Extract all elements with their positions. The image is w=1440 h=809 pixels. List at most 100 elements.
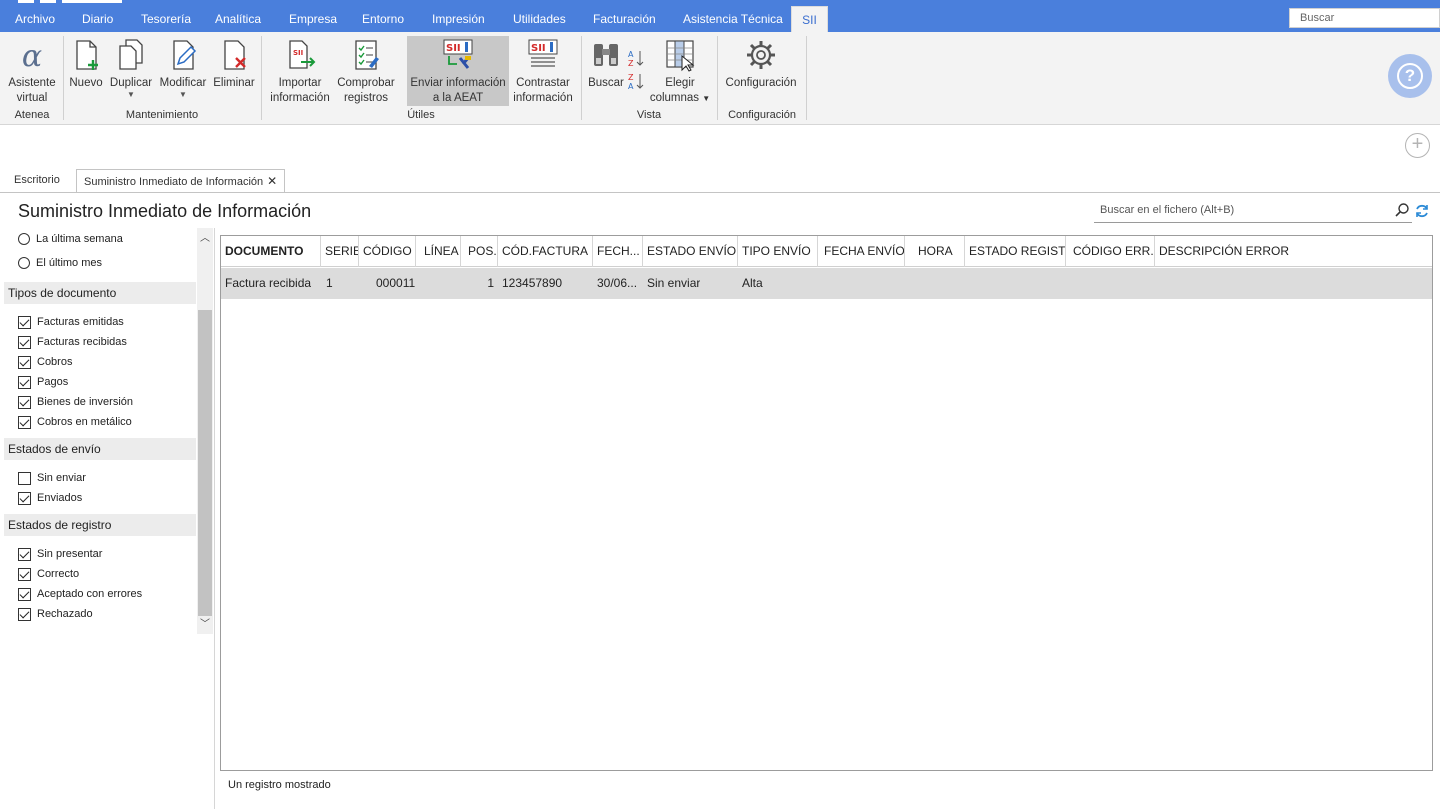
menu-archivo[interactable]: Archivo — [7, 6, 63, 32]
add-tab-button[interactable]: + — [1405, 133, 1430, 158]
filter-aceptado-errores[interactable]: Aceptado con errores — [18, 585, 142, 603]
filter-sin-presentar[interactable]: Sin presentar — [18, 545, 102, 563]
filter-pagos[interactable]: Pagos — [18, 373, 68, 391]
chevron-down-icon: ▼ — [702, 94, 711, 103]
duplicar-button[interactable]: Duplicar ▼ — [106, 36, 156, 99]
filter-label: Bienes de inversión — [37, 396, 134, 408]
period-label: El último mes — [36, 257, 103, 269]
checkbox[interactable] — [18, 395, 31, 409]
column-header-descripcion-error[interactable]: DESCRIPCIÓN ERROR — [1155, 236, 1432, 267]
importar-informacion-button[interactable]: SII Importar información — [266, 36, 334, 106]
ribbon: α Asistente virtual Atenea Nuevo Duplica… — [0, 32, 1440, 125]
nuevo-button[interactable]: Nuevo — [67, 36, 105, 91]
modificar-button[interactable]: Modificar ▼ — [156, 36, 210, 99]
asistente-virtual-button[interactable]: α Asistente virtual — [4, 36, 60, 106]
contrastar-informacion-button[interactable]: SII Contrastar información — [511, 36, 575, 106]
menu-empresa[interactable]: Empresa — [281, 6, 345, 32]
filter-enviados[interactable]: Enviados — [18, 489, 82, 507]
cell-tipo-envio: Alta — [742, 276, 763, 290]
group-vista: Vista — [636, 109, 662, 121]
chevron-up-icon[interactable]: ︿ — [197, 232, 213, 246]
refresh-icon[interactable] — [1414, 203, 1430, 219]
column-header-estado-registro[interactable]: ESTADO REGIST... — [965, 236, 1066, 267]
group-atenea: Atenea — [14, 109, 50, 121]
enviar-informacion-aeat-button[interactable]: SII Enviar información a la AEAT — [407, 36, 509, 106]
checkbox[interactable] — [18, 315, 31, 329]
filter-cobros[interactable]: Cobros — [18, 353, 72, 371]
sort-az-icon[interactable]: AZZA — [627, 48, 645, 93]
filter-cobros-metalico[interactable]: Cobros en metálico — [18, 413, 132, 431]
column-header-linea[interactable]: LÍNEA — [416, 236, 461, 267]
comprobar-registros-button[interactable]: Comprobar registros — [335, 36, 397, 106]
svg-text:SII: SII — [446, 43, 461, 54]
help-button[interactable]: ? — [1388, 54, 1432, 98]
menu-sii[interactable]: SII — [791, 6, 828, 32]
column-header-serie[interactable]: SERIE — [321, 236, 359, 267]
menu-asistencia-tecnica[interactable]: Asistencia Técnica — [675, 6, 791, 32]
search-icon[interactable] — [1394, 202, 1410, 218]
svg-text:α: α — [22, 39, 42, 72]
menu-analitica[interactable]: Analítica — [207, 6, 269, 32]
svg-text:A: A — [628, 50, 634, 59]
checkbox[interactable] — [18, 607, 31, 621]
menu-impresion[interactable]: Impresión — [424, 6, 493, 32]
checkbox[interactable] — [18, 375, 31, 389]
tab-escritorio[interactable]: Escritorio — [7, 169, 67, 193]
global-search-input[interactable]: Buscar — [1289, 8, 1440, 28]
checkbox[interactable] — [18, 335, 31, 349]
checklist-icon — [355, 40, 379, 70]
filter-facturas-recibidas[interactable]: Facturas recibidas — [18, 333, 127, 351]
period-last-week[interactable]: La última semana — [18, 230, 123, 248]
column-header-cod-factura[interactable]: CÓD.FACTURA — [498, 236, 593, 267]
radio-button[interactable] — [18, 233, 30, 245]
filter-bienes-inversion[interactable]: Bienes de inversión — [18, 393, 133, 411]
column-header-hora[interactable]: HORA — [905, 236, 965, 267]
scrollbar-thumb[interactable] — [198, 310, 212, 616]
menu-utilidades[interactable]: Utilidades — [505, 6, 574, 32]
filter-facturas-emitidas[interactable]: Facturas emitidas — [18, 313, 124, 331]
file-search-input[interactable]: Buscar en el fichero (Alt+B) — [1094, 199, 1412, 223]
radio-button[interactable] — [18, 257, 30, 269]
filter-label: Facturas emitidas — [37, 316, 124, 328]
column-header-documento[interactable]: DOCUMENTO — [221, 236, 321, 267]
titlebar-strip — [18, 0, 34, 3]
filter-scrollbar[interactable]: ︿ ﹀ — [197, 228, 213, 634]
menu-tesoreria[interactable]: Tesorería — [133, 6, 199, 32]
checkbox[interactable] — [18, 567, 31, 581]
elegir-columnas-button[interactable]: Elegir columnas ▼ — [648, 36, 712, 106]
table-row[interactable]: Factura recibida 1 000011 1 123457890 30… — [221, 268, 1432, 299]
filter-sin-enviar[interactable]: Sin enviar — [18, 469, 86, 487]
column-header-pos[interactable]: POS. — [461, 236, 498, 267]
asistente-virtual-label: Asistente virtual — [8, 77, 56, 104]
grid-header: DOCUMENTO SERIE CÓDIGO LÍNEA POS. CÓD.FA… — [221, 236, 1432, 267]
svg-text:Z: Z — [628, 59, 634, 68]
close-icon[interactable]: ✕ — [267, 174, 277, 188]
checkbox[interactable] — [18, 491, 31, 505]
menu-diario[interactable]: Diario — [74, 6, 121, 32]
column-header-codigo-error[interactable]: CÓDIGO ERR... — [1066, 236, 1155, 267]
checkbox[interactable] — [18, 471, 31, 485]
configuracion-button[interactable]: Configuración — [722, 36, 800, 91]
alpha-icon: α — [22, 39, 42, 72]
cell-documento: Factura recibida — [225, 276, 312, 290]
tab-suministro[interactable]: Suministro Inmediato de Información ✕ — [76, 169, 286, 193]
checkbox[interactable] — [18, 355, 31, 369]
period-last-month[interactable]: El último mes — [18, 254, 102, 272]
column-header-codigo[interactable]: CÓDIGO — [359, 236, 416, 267]
column-header-fecha-envio[interactable]: FECHA ENVÍO — [818, 236, 905, 267]
eliminar-button[interactable]: Eliminar — [211, 36, 257, 91]
column-header-tipo-envio[interactable]: TIPO ENVÍO — [738, 236, 818, 267]
menu-facturacion[interactable]: Facturación — [585, 6, 664, 32]
checkbox[interactable] — [18, 587, 31, 601]
filter-correcto[interactable]: Correcto — [18, 565, 79, 583]
checkbox[interactable] — [18, 547, 31, 561]
svg-text:A: A — [628, 82, 634, 90]
menu-entorno[interactable]: Entorno — [354, 6, 412, 32]
filter-rechazado[interactable]: Rechazado — [18, 605, 93, 623]
column-header-fecha[interactable]: FECH... — [593, 236, 643, 267]
column-header-estado-envio[interactable]: ESTADO ENVÍO — [643, 236, 738, 267]
checkbox[interactable] — [18, 415, 31, 429]
chevron-down-icon[interactable]: ﹀ — [197, 618, 213, 632]
buscar-button[interactable]: Buscar — [586, 36, 626, 91]
send-aeat-icon: SII — [443, 39, 473, 69]
